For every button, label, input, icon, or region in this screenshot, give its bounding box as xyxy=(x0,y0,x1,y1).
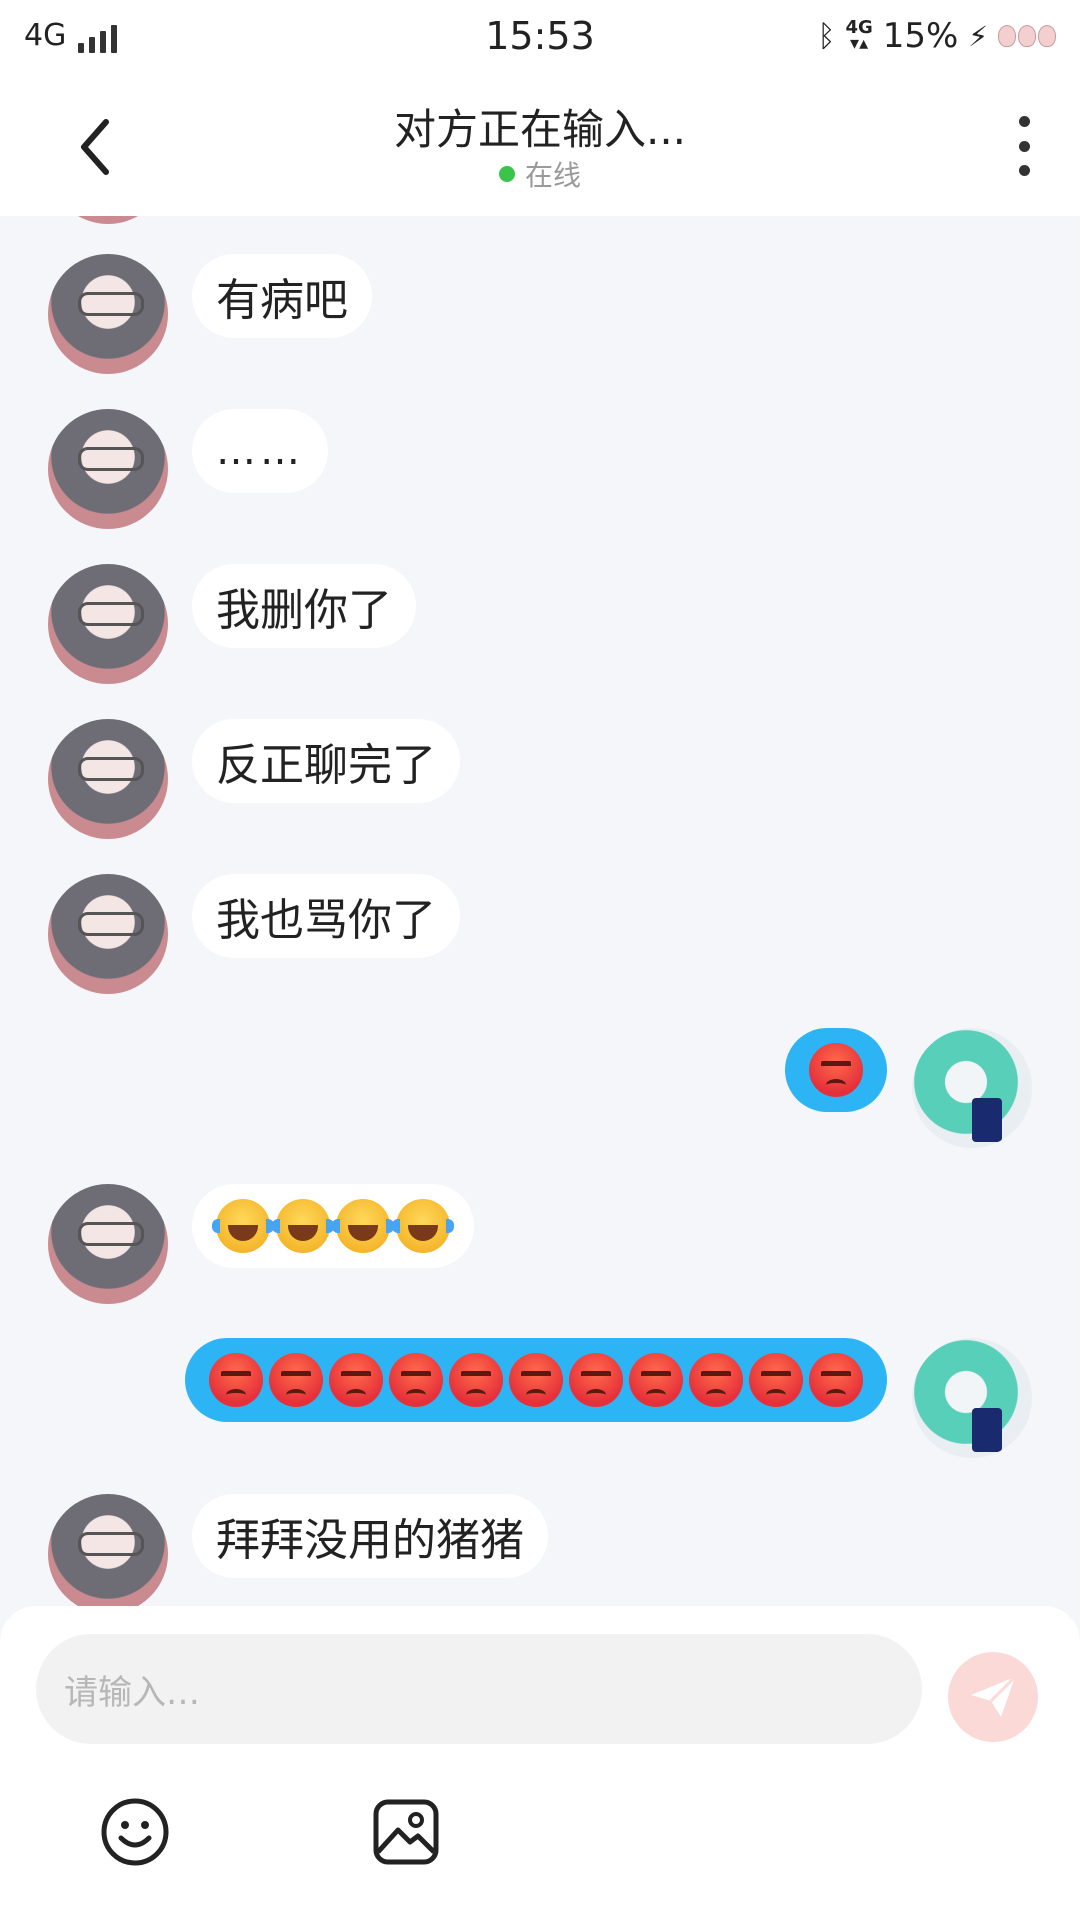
message-input[interactable]: 请输入… xyxy=(36,1634,922,1744)
message-bubble[interactable] xyxy=(185,1338,887,1422)
tears-of-joy-icon xyxy=(272,1199,334,1253)
emoji-row xyxy=(209,1353,863,1407)
image-button[interactable] xyxy=(370,1796,442,1868)
message-text: 我也骂你了 xyxy=(216,895,436,946)
message-bubble[interactable]: 我删你了 xyxy=(192,564,416,648)
tears-of-joy-icon xyxy=(392,1199,454,1253)
avatar[interactable] xyxy=(48,1494,168,1606)
avatar[interactable] xyxy=(48,254,168,374)
avatar[interactable] xyxy=(48,564,168,684)
image-icon xyxy=(373,1799,439,1865)
more-dot-icon xyxy=(1018,116,1030,127)
emoji-row xyxy=(212,1199,454,1253)
smiley-icon xyxy=(101,1798,169,1866)
my-avatar[interactable] xyxy=(912,1338,1032,1458)
message-bubble[interactable] xyxy=(785,1028,887,1112)
angry-face-icon xyxy=(629,1353,683,1407)
battery-percent: 15% xyxy=(882,16,959,56)
message-bubble[interactable] xyxy=(192,1184,474,1268)
angry-face-icon xyxy=(809,1353,863,1407)
angry-face-icon xyxy=(749,1353,803,1407)
angry-face-icon xyxy=(209,1353,263,1407)
message-bubble[interactable]: …… xyxy=(192,409,328,493)
angry-face-icon xyxy=(389,1353,443,1407)
tears-of-joy-icon xyxy=(212,1199,274,1253)
angry-face-icon xyxy=(509,1353,563,1407)
chat-header: 对方正在输入... 在线 xyxy=(0,76,1080,216)
avatar[interactable] xyxy=(48,409,168,529)
online-status-label: 在线 xyxy=(524,159,581,192)
more-dot-icon xyxy=(1018,140,1030,152)
avatar[interactable] xyxy=(48,216,168,224)
tears-of-joy-icon xyxy=(332,1199,394,1253)
avatar[interactable] xyxy=(48,1184,168,1304)
battery-peach-icon xyxy=(998,25,1056,47)
send-icon xyxy=(971,1675,1017,1717)
page-title: 对方正在输入... xyxy=(393,105,687,154)
emoji-button[interactable] xyxy=(99,1796,171,1868)
mobile-data-label: 4G xyxy=(845,17,873,38)
angry-face-icon xyxy=(269,1353,323,1407)
message-input-placeholder: 请输入… xyxy=(64,1672,200,1713)
message-text: 拜拜没用的猪猪 xyxy=(216,1515,524,1566)
charging-icon: ⚡ xyxy=(968,19,988,53)
status-bar: 4G 15:53 ᛒ 4G ▾▴ 15% ⚡ xyxy=(0,0,1080,76)
message-text: …… xyxy=(216,428,304,474)
send-button[interactable] xyxy=(948,1652,1038,1742)
status-icons: ᛒ 4G ▾▴ 15% ⚡ xyxy=(817,16,1056,56)
message-text: 我删你了 xyxy=(216,585,392,636)
message-bubble[interactable]: 反正聊完了 xyxy=(192,719,460,803)
online-dot-icon xyxy=(498,166,515,182)
message-text: 有病吧 xyxy=(216,275,348,326)
more-dot-icon xyxy=(1018,165,1030,176)
composer: 请输入… xyxy=(0,1606,1080,1920)
emoji-row xyxy=(809,1043,863,1097)
message-bubble[interactable]: 拜拜没用的猪猪 xyxy=(192,1494,548,1578)
message-text: 反正聊完了 xyxy=(216,740,436,791)
avatar[interactable] xyxy=(48,719,168,839)
message-bubble[interactable]: 有病吧 xyxy=(192,254,372,338)
angry-face-icon xyxy=(569,1353,623,1407)
message-list[interactable]: 有病吧 …… 我删你了 反正聊完了 我也骂你了 拜拜没用的猪猪 xyxy=(0,216,1080,1606)
angry-face-icon xyxy=(689,1353,743,1407)
online-status: 在线 xyxy=(0,154,1080,194)
angry-face-icon xyxy=(329,1353,383,1407)
angry-face-icon xyxy=(809,1043,863,1097)
my-avatar[interactable] xyxy=(912,1028,1032,1148)
mobile-data-icon: 4G ▾▴ xyxy=(845,17,873,54)
bluetooth-icon: ᛒ xyxy=(817,18,836,54)
message-bubble[interactable]: 我也骂你了 xyxy=(192,874,460,958)
avatar[interactable] xyxy=(48,874,168,994)
angry-face-icon xyxy=(449,1353,503,1407)
more-options-button[interactable] xyxy=(1012,116,1036,176)
